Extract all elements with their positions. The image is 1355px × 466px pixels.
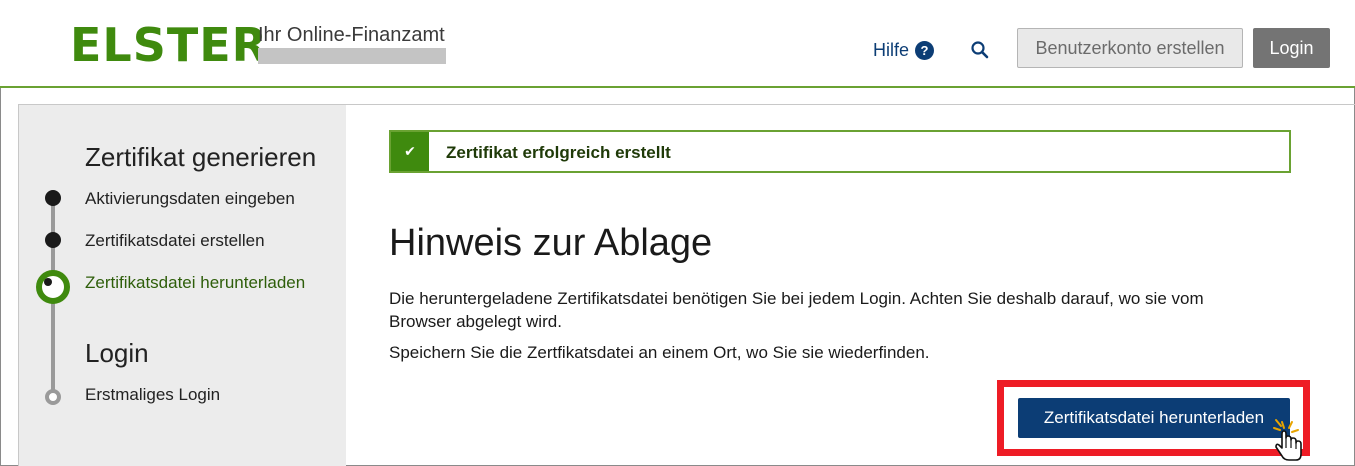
elster-logo[interactable]: ELSTER xyxy=(70,16,268,74)
help-label: Hilfe xyxy=(873,40,910,60)
step-zertifikatsdatei-herunterladen: Zertifikatsdatei herunterladen xyxy=(85,273,306,292)
step-active-marker xyxy=(36,270,70,304)
step-aktivierungsdaten: Aktivierungsdaten eingeben xyxy=(85,189,295,208)
success-message: Zertifikat erfolgreich erstellt xyxy=(446,143,671,162)
step-erstmaliges-login: Erstmaliges Login xyxy=(85,385,221,404)
hint-paragraph-2: Speichern Sie die Zertfikatsdatei an ein… xyxy=(389,343,930,362)
hint-line-1: Die heruntergeladene Zertifikatsdatei be… xyxy=(389,289,1204,308)
help-link[interactable]: Hilfe ? xyxy=(873,40,935,61)
download-certificate-button[interactable]: Zertifikatsdatei herunterladen xyxy=(1018,398,1290,438)
step-done-marker xyxy=(45,190,61,206)
check-icon: ✔ xyxy=(391,132,429,171)
header: ELSTER Ihr Online-Finanzamt Hilfe ? Benu… xyxy=(0,0,1355,88)
page-heading: Hinweis zur Ablage xyxy=(389,222,713,264)
login-button[interactable]: Login xyxy=(1253,28,1330,68)
hint-line-2: Browser abgelegt wird. xyxy=(389,312,562,331)
step-zertifikatsdatei-erstellen: Zertifikatsdatei erstellen xyxy=(85,231,265,250)
section-title-zertifikat: Zertifikat generieren xyxy=(85,142,317,172)
section-title-login: Login xyxy=(85,338,149,368)
success-banner: ✔ Zertifikat erfolgreich erstellt xyxy=(389,130,1291,173)
create-account-button[interactable]: Benutzerkonto erstellen xyxy=(1017,28,1243,68)
step-open-marker xyxy=(45,389,61,405)
tagline-placeholder-bar xyxy=(258,48,446,64)
hand-pointer-cursor-icon xyxy=(1273,419,1302,461)
tagline: Ihr Online-Finanzamt xyxy=(258,24,445,46)
hint-paragraph-1: Die heruntergeladene Zertifikatsdatei be… xyxy=(389,287,1289,333)
search-icon[interactable] xyxy=(970,40,990,60)
step-done-marker xyxy=(45,232,61,248)
help-icon: ? xyxy=(915,41,935,60)
